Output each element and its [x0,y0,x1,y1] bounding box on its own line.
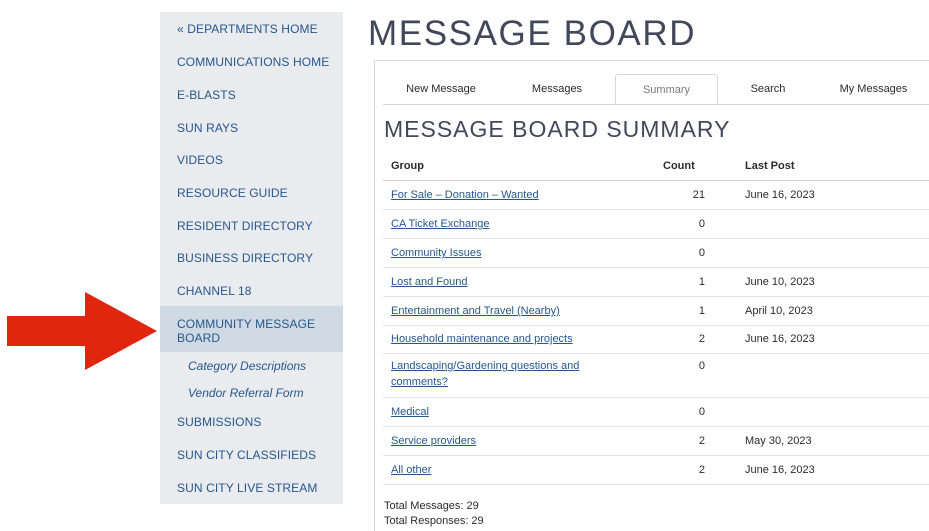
sidebar-item-resource-guide[interactable]: RESOURCE GUIDE [160,186,343,201]
sidebar-item-e-blasts[interactable]: E-BLASTS [160,88,343,103]
page-title: MESSAGE BOARD [368,14,697,53]
group-count: 0 [698,218,705,230]
table-row: All other 2 June 16, 2023 [383,456,929,485]
group-count: 0 [698,360,705,372]
sidebar-subitem-vendor-referral-form[interactable]: Vendor Referral Form [160,386,343,401]
group-count: 21 [692,189,705,201]
column-header-last-post: Last Post [745,160,795,172]
sidebar-item-videos[interactable]: VIDEOS [160,153,343,168]
column-header-group: Group [391,160,424,172]
tab-bar: New Message Messages Summary Search My M… [383,74,929,105]
group-count: 1 [698,305,705,317]
sidebar-item-community-message-board[interactable]: COMMUNITY MESSAGE BOARD [160,306,343,352]
group-last-post: April 10, 2023 [745,305,813,317]
group-last-post: May 30, 2023 [745,435,812,447]
sidebar-subitem-category-descriptions[interactable]: Category Descriptions [160,359,343,374]
group-link[interactable]: All other [391,462,431,478]
group-count: 2 [698,464,705,476]
sidebar-item-departments-home[interactable]: « DEPARTMENTS HOME [160,22,343,37]
table-row: Community Issues 0 [383,239,929,268]
table-row: Service providers 2 May 30, 2023 [383,427,929,456]
table-row: Entertainment and Travel (Nearby) 1 Apri… [383,297,929,326]
sidebar-item-submissions[interactable]: SUBMISSIONS [160,415,343,430]
sidebar-item-channel-18[interactable]: CHANNEL 18 [160,284,343,299]
table-row: Medical 0 [383,398,929,427]
group-count: 0 [698,247,705,259]
group-link[interactable]: Community Issues [391,245,481,261]
sidebar-item-sun-city-live-stream[interactable]: SUN CITY LIVE STREAM [160,481,343,496]
table-row: For Sale – Donation – Wanted 21 June 16,… [383,181,929,210]
sidebar-item-sun-city-classifieds[interactable]: SUN CITY CLASSIFIEDS [160,448,343,463]
red-arrow-icon [7,292,157,370]
group-link[interactable]: Medical [391,404,429,420]
group-last-post: June 16, 2023 [745,189,815,201]
tab-search[interactable]: Search [718,74,818,104]
total-responses: Total Responses: 29 [384,515,484,527]
sidebar-item-sun-rays[interactable]: SUN RAYS [160,121,343,136]
group-last-post: June 16, 2023 [745,333,815,345]
sidebar-item-business-directory[interactable]: BUSINESS DIRECTORY [160,251,343,266]
table-row: CA Ticket Exchange 0 [383,210,929,239]
summary-title: MESSAGE BOARD SUMMARY [384,116,731,142]
sidebar-item-communications-home[interactable]: COMMUNICATIONS HOME [160,55,343,70]
sidebar-item-resident-directory[interactable]: RESIDENT DIRECTORY [160,219,343,234]
total-messages: Total Messages: 29 [384,500,479,512]
group-last-post: June 16, 2023 [745,464,815,476]
group-count: 1 [698,276,705,288]
tab-new-message[interactable]: New Message [383,74,499,104]
group-count: 2 [698,333,705,345]
table-row: Household maintenance and projects 2 Jun… [383,326,929,354]
group-link[interactable]: Lost and Found [391,274,467,290]
totals: Total Messages: 29 Total Responses: 29 [384,499,484,529]
table-row: Landscaping/Gardening questions and comm… [383,354,929,398]
page: « DEPARTMENTS HOME COMMUNICATIONS HOME E… [0,0,929,531]
group-count: 2 [698,435,705,447]
table-row: Lost and Found 1 June 10, 2023 [383,268,929,297]
group-count: 0 [698,406,705,418]
group-last-post: June 10, 2023 [745,276,815,288]
group-link[interactable]: Service providers [391,433,476,449]
group-link[interactable]: Household maintenance and projects [391,331,573,347]
column-header-count: Count [663,160,695,172]
group-link[interactable]: Entertainment and Travel (Nearby) [391,303,560,319]
sidebar: « DEPARTMENTS HOME COMMUNICATIONS HOME E… [160,12,343,504]
group-link[interactable]: CA Ticket Exchange [391,216,489,232]
group-link[interactable]: Landscaping/Gardening questions and comm… [391,358,621,390]
tab-messages[interactable]: Messages [499,74,615,104]
tab-summary[interactable]: Summary [615,74,718,104]
tab-my-messages[interactable]: My Messages [818,74,929,104]
group-link[interactable]: For Sale – Donation – Wanted [391,187,539,203]
